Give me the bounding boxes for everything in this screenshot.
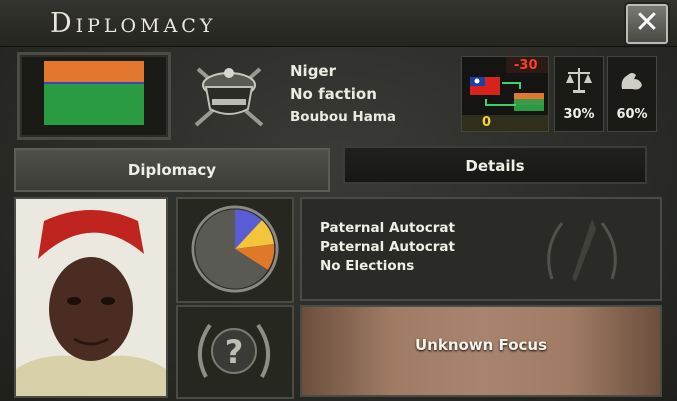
military-cap-icon — [194, 67, 264, 127]
opinion-value: -30 — [514, 58, 538, 73]
leader-portrait-image — [16, 199, 166, 396]
relation-flags-icon — [470, 77, 544, 111]
stat-strength-value: 60% — [616, 107, 648, 122]
ruling-party-ideology: Paternal Autocrat — [320, 220, 455, 236]
tab-details[interactable]: Details — [343, 146, 647, 184]
party-laurel-icon — [547, 219, 617, 281]
ideology-pie-chart[interactable] — [190, 204, 280, 294]
leader-portrait — [14, 197, 168, 398]
question-mark-icon[interactable]: ? — [192, 311, 276, 391]
title-bar: Diplomacy ✕ — [0, 0, 677, 47]
government-panel: Paternal Autocrat Paternal Autocrat No E… — [300, 197, 662, 301]
diplomacy-window: Diplomacy ✕ Niger No faction Boubou Hama… — [0, 0, 677, 401]
stat-scales-box[interactable]: 30% — [554, 56, 604, 132]
country-flag-frame — [17, 52, 171, 140]
scales-icon — [566, 68, 592, 93]
unknown-symbol: ? — [225, 333, 244, 371]
window-title: Diplomacy — [50, 8, 217, 39]
election-status: No Elections — [320, 258, 415, 274]
stat-scales-value: 30% — [563, 107, 595, 122]
stat-strength-box[interactable]: 60% — [607, 56, 657, 132]
unknown-frame: ? — [176, 305, 294, 399]
ideology-pie-frame — [176, 197, 294, 303]
relations-box[interactable]: -30 0 — [461, 56, 549, 132]
country-leader: Boubou Hama — [290, 109, 397, 125]
national-focus-button[interactable]: Unknown Focus — [300, 305, 662, 397]
government-lines: Paternal Autocrat Paternal Autocrat No E… — [320, 219, 455, 276]
country-faction: No faction — [290, 85, 377, 103]
focus-label: Unknown Focus — [414, 336, 548, 354]
tab-diplomacy[interactable]: Diplomacy — [14, 148, 330, 192]
country-flag — [44, 61, 144, 125]
government-type: Paternal Autocrat — [320, 239, 455, 255]
country-info: Niger No faction Boubou Hama — [290, 60, 396, 129]
strength-arm-icon — [621, 73, 642, 90]
country-name: Niger — [290, 62, 337, 80]
tension-value: 0 — [482, 115, 492, 130]
tension-bar — [462, 115, 548, 131]
close-button[interactable]: ✕ — [626, 4, 668, 44]
